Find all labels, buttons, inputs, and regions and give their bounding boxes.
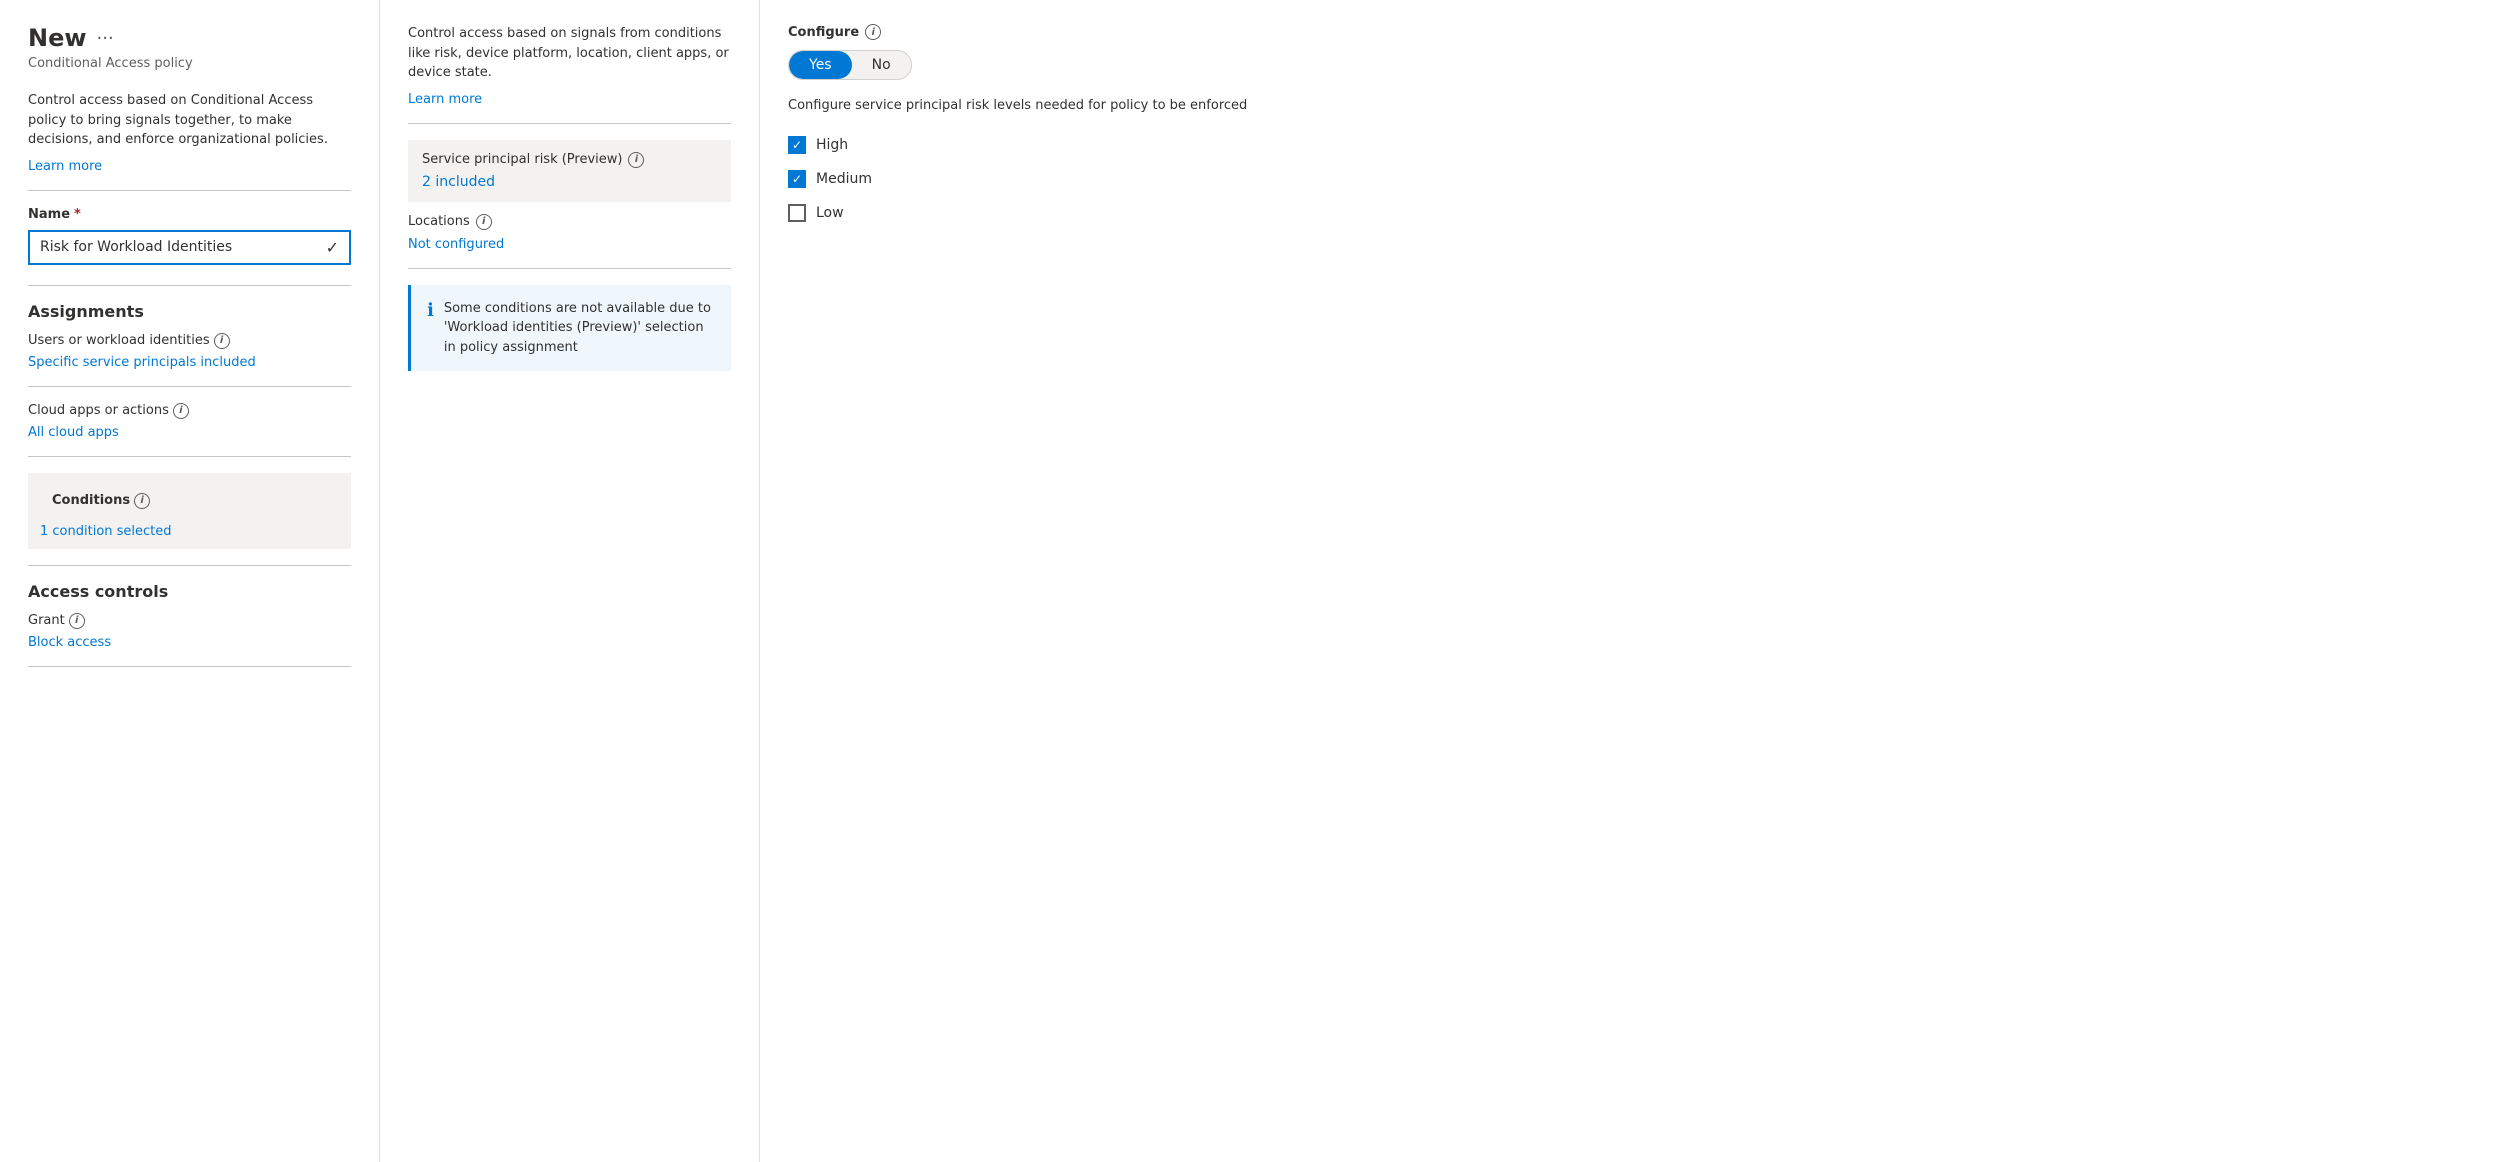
cloud-apps-info-icon[interactable]: i bbox=[173, 403, 189, 419]
middle-panel: Control access based on signals from con… bbox=[380, 0, 760, 1162]
condition-value[interactable]: 1 condition selected bbox=[40, 524, 172, 539]
grant-label: Grant i bbox=[28, 613, 351, 629]
locations-section: Locations i Not configured bbox=[408, 214, 731, 252]
yes-toggle-button[interactable]: Yes bbox=[789, 51, 852, 79]
access-controls-title: Access controls bbox=[28, 582, 351, 601]
middle-description: Control access based on signals from con… bbox=[408, 24, 731, 83]
grant-value[interactable]: Block access bbox=[28, 635, 351, 650]
users-label: Users or workload identities i bbox=[28, 333, 351, 349]
checkbox-high-label: High bbox=[816, 137, 848, 153]
name-input-wrapper[interactable]: ✓ bbox=[28, 230, 351, 265]
middle-divider-2 bbox=[408, 268, 731, 269]
check-mark-medium: ✓ bbox=[792, 172, 802, 186]
cloud-apps-label: Cloud apps or actions i bbox=[28, 403, 351, 419]
middle-divider-1 bbox=[408, 123, 731, 124]
divider-1 bbox=[28, 190, 351, 191]
divider-4 bbox=[28, 456, 351, 457]
middle-learn-more-link[interactable]: Learn more bbox=[408, 92, 482, 107]
sp-info-icon[interactable]: i bbox=[628, 152, 644, 168]
checkmark-icon: ✓ bbox=[326, 238, 339, 257]
info-box: ℹ Some conditions are not available due … bbox=[408, 285, 731, 372]
configure-label: Configure i bbox=[788, 24, 2474, 40]
main-description: Control access based on Conditional Acce… bbox=[28, 91, 351, 150]
configure-info-icon[interactable]: i bbox=[865, 24, 881, 40]
conditions-info-icon[interactable]: i bbox=[134, 493, 150, 509]
conditions-row[interactable]: Conditions i 1 condition selected bbox=[28, 473, 351, 549]
main-panel: New ··· Conditional Access policy Contro… bbox=[0, 0, 380, 1162]
divider-2 bbox=[28, 285, 351, 286]
checkbox-medium-row: ✓ Medium bbox=[788, 170, 2474, 188]
name-label: Name * bbox=[28, 207, 351, 222]
checkbox-medium-label: Medium bbox=[816, 171, 872, 187]
checkbox-medium[interactable]: ✓ bbox=[788, 170, 806, 188]
sp-label: Service principal risk (Preview) i bbox=[422, 152, 717, 168]
required-star: * bbox=[74, 207, 81, 222]
checkbox-low-label: Low bbox=[816, 205, 844, 221]
sp-value[interactable]: 2 included bbox=[422, 174, 495, 190]
conditions-title: Conditions i bbox=[40, 483, 339, 519]
divider-6 bbox=[28, 666, 351, 667]
no-toggle-button[interactable]: No bbox=[852, 51, 911, 79]
checkbox-low-row: Low bbox=[788, 204, 2474, 222]
ellipsis-menu[interactable]: ··· bbox=[97, 28, 114, 49]
service-principal-row[interactable]: Service principal risk (Preview) i 2 inc… bbox=[408, 140, 731, 202]
locations-info-icon[interactable]: i bbox=[476, 214, 492, 230]
divider-5 bbox=[28, 565, 351, 566]
divider-3 bbox=[28, 386, 351, 387]
right-panel: Configure i Yes No Configure service pri… bbox=[760, 0, 2502, 1162]
info-box-icon: ℹ bbox=[427, 300, 434, 321]
checkbox-high-row: ✓ High bbox=[788, 136, 2474, 154]
page-title-container: New ··· bbox=[28, 24, 351, 52]
toggle-container: Yes No bbox=[788, 50, 912, 80]
page-subtitle: Conditional Access policy bbox=[28, 56, 351, 71]
name-input[interactable] bbox=[40, 239, 326, 255]
checkbox-low[interactable] bbox=[788, 204, 806, 222]
locations-label: Locations i bbox=[408, 214, 731, 230]
checkbox-high[interactable]: ✓ bbox=[788, 136, 806, 154]
users-info-icon[interactable]: i bbox=[214, 333, 230, 349]
configure-description: Configure service principal risk levels … bbox=[788, 96, 2474, 116]
cloud-apps-value[interactable]: All cloud apps bbox=[28, 425, 351, 440]
assignments-title: Assignments bbox=[28, 302, 351, 321]
check-mark-high: ✓ bbox=[792, 138, 802, 152]
grant-info-icon[interactable]: i bbox=[69, 613, 85, 629]
users-value[interactable]: Specific service principals included bbox=[28, 355, 351, 370]
not-configured-link[interactable]: Not configured bbox=[408, 237, 504, 252]
info-box-text: Some conditions are not available due to… bbox=[444, 299, 715, 358]
learn-more-link[interactable]: Learn more bbox=[28, 159, 102, 174]
page-title: New bbox=[28, 24, 87, 52]
